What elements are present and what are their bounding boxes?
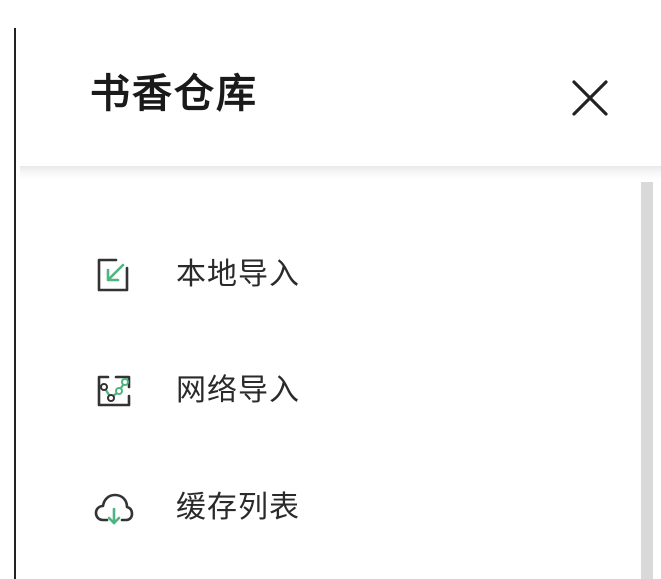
menu-item-network-import[interactable]: 网络导入 bbox=[90, 359, 630, 423]
close-button[interactable] bbox=[566, 74, 614, 122]
network-import-icon bbox=[94, 371, 134, 411]
left-edge-divider bbox=[14, 28, 16, 579]
header-shadow bbox=[20, 166, 661, 180]
menu-item-label: 本地导入 bbox=[176, 257, 300, 292]
menu-item-local-import[interactable]: 本地导入 bbox=[90, 243, 630, 307]
menu-item-cache-list[interactable]: 缓存列表 bbox=[90, 476, 630, 540]
drawer-title: 书香仓库 bbox=[90, 71, 258, 117]
cloud-download-icon bbox=[94, 488, 134, 528]
drawer-panel: 书香仓库 本地导入 网络导入 缓存列表 bbox=[0, 0, 661, 579]
menu-item-label: 网络导入 bbox=[176, 373, 300, 408]
scrollbar[interactable] bbox=[641, 182, 653, 579]
local-import-icon bbox=[94, 255, 134, 295]
close-icon bbox=[572, 80, 608, 116]
menu-item-label: 缓存列表 bbox=[176, 490, 300, 525]
